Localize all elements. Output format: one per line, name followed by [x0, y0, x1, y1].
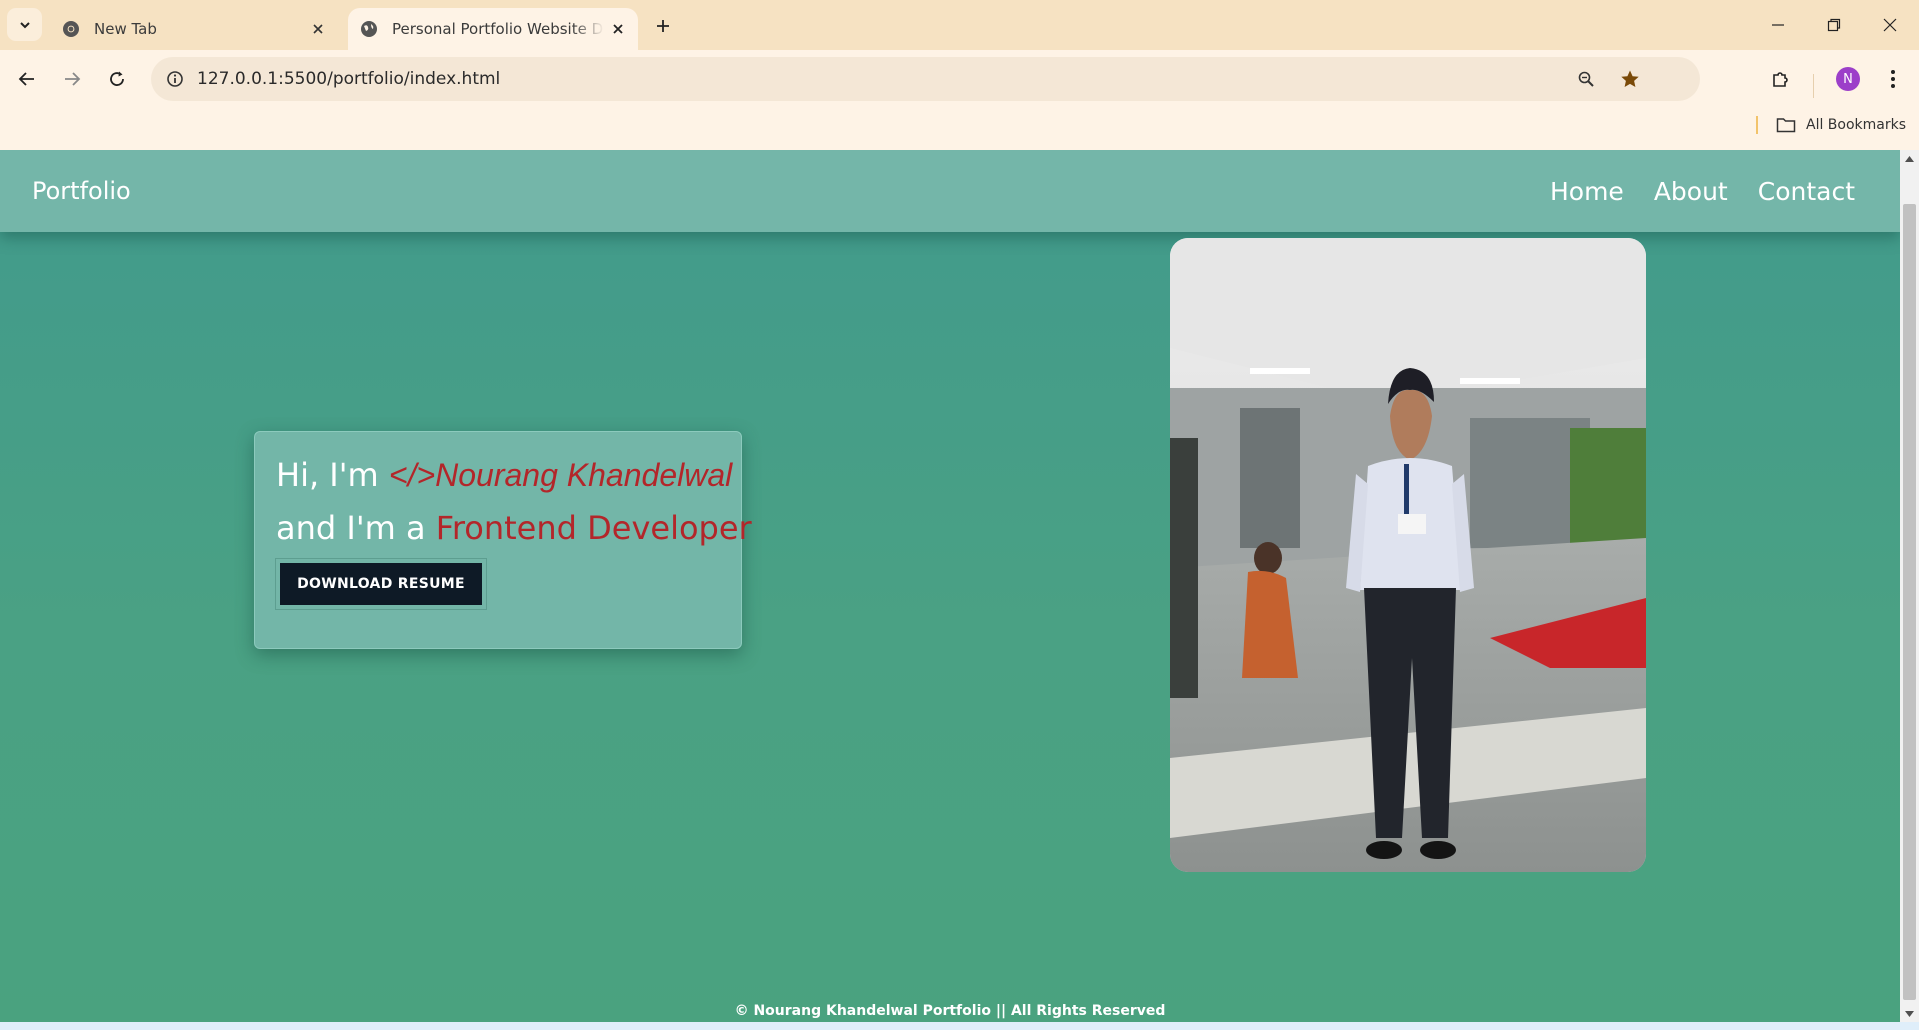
close-window-button[interactable]: [1862, 0, 1918, 50]
chrome-icon: [62, 20, 80, 38]
site-info-icon[interactable]: [161, 65, 189, 93]
hero-role-prefix: and I'm a: [276, 509, 436, 547]
profile-button[interactable]: N: [1830, 61, 1866, 97]
browser-toolbar: 127.0.0.1:5500/portfolio/index.html N: [0, 50, 1919, 108]
back-button[interactable]: [9, 61, 45, 97]
hero-role: Frontend Developer: [435, 509, 752, 547]
scroll-up-arrow-icon[interactable]: [1900, 150, 1919, 167]
hero-greeting-line: Hi, I'm </>Nourang Khandelwal: [276, 456, 732, 494]
restore-icon: [1827, 18, 1841, 32]
page-scrollbar[interactable]: [1900, 150, 1919, 1022]
hero-name: </>Nourang Khandelwal: [388, 457, 733, 493]
scroll-thumb[interactable]: [1903, 204, 1916, 1000]
hero-card: Hi, I'm </>Nourang Khandelwal and I'm a …: [254, 431, 752, 649]
tab-portfolio[interactable]: Personal Portfolio Website Design: [348, 8, 638, 50]
bottom-strip: [0, 1022, 1919, 1030]
page-viewport: Portfolio Home About Contact Hi, I'm </>…: [0, 150, 1900, 1022]
menu-button[interactable]: [1875, 61, 1911, 97]
tab-search-button[interactable]: [7, 8, 42, 41]
minimize-button[interactable]: [1750, 0, 1806, 50]
reload-icon: [110, 71, 124, 86]
more-vertical-icon: [1891, 70, 1895, 88]
scroll-down-arrow-icon[interactable]: [1900, 1005, 1919, 1022]
resume-button-frame: DOWNLOAD RESUME: [275, 558, 487, 610]
bookmark-star-icon[interactable]: [1616, 65, 1644, 93]
tab-title: Personal Portfolio Website Design: [392, 20, 604, 38]
reload-button[interactable]: [99, 61, 135, 97]
zoom-icon[interactable]: [1572, 65, 1600, 93]
extensions-button[interactable]: [1763, 61, 1799, 97]
nav-about[interactable]: About: [1654, 177, 1728, 206]
tab-title: New Tab: [94, 20, 157, 38]
hero-role-line: and I'm a Frontend Developer: [276, 509, 752, 547]
bookmarks-separator: [1756, 116, 1758, 134]
all-bookmarks-button[interactable]: All Bookmarks: [1776, 108, 1906, 142]
chevron-down-icon: [19, 21, 30, 28]
minimize-icon: [1772, 24, 1784, 26]
new-tab-button[interactable]: [648, 11, 678, 41]
arrow-left-icon: [18, 72, 34, 86]
toolbar-separator: [1813, 74, 1814, 98]
address-bar[interactable]: 127.0.0.1:5500/portfolio/index.html: [151, 57, 1700, 101]
globe-icon: [360, 20, 378, 38]
download-resume-button[interactable]: DOWNLOAD RESUME: [280, 563, 482, 605]
nav-home[interactable]: Home: [1550, 177, 1624, 206]
site-nav: Home About Contact: [1550, 177, 1855, 206]
hero-greeting: Hi, I'm: [276, 456, 389, 494]
site-logo[interactable]: Portfolio: [32, 177, 131, 205]
site-footer: © Nourang Khandelwal Portfolio || All Ri…: [734, 1003, 1166, 1019]
close-icon[interactable]: [604, 15, 632, 43]
nav-contact[interactable]: Contact: [1758, 177, 1855, 206]
restore-button[interactable]: [1806, 0, 1862, 50]
plus-icon: [657, 20, 669, 32]
bookmarks-bar: All Bookmarks: [0, 108, 1919, 150]
site-header: Portfolio Home About Contact: [0, 150, 1900, 232]
folder-icon: [1776, 117, 1796, 133]
puzzle-icon: [1773, 72, 1788, 87]
close-icon: [1883, 18, 1897, 32]
avatar: N: [1836, 67, 1860, 91]
url-text[interactable]: 127.0.0.1:5500/portfolio/index.html: [197, 57, 500, 101]
tab-strip: New Tab Personal Portfolio Website Desig…: [0, 0, 1919, 50]
portrait-photo: [1170, 238, 1646, 872]
all-bookmarks-label: All Bookmarks: [1806, 117, 1907, 133]
arrow-right-icon: [65, 72, 81, 86]
close-icon[interactable]: [304, 15, 332, 43]
forward-button[interactable]: [54, 61, 90, 97]
tab-new-tab[interactable]: New Tab: [50, 8, 338, 50]
